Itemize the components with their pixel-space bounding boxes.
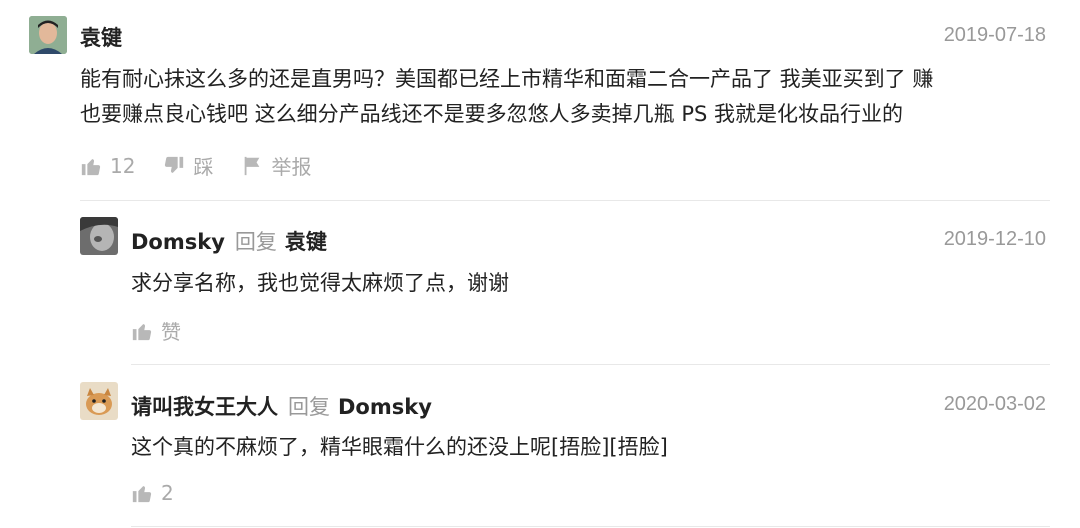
reply-author[interactable]: Domsky xyxy=(131,230,225,254)
like-count: 2 xyxy=(161,481,174,505)
reply: 请叫我女王大人 回复 Domsky 2020-03-02 这个真的不麻烦了，精华眼霜… xyxy=(0,364,1080,528)
avatar[interactable] xyxy=(80,382,118,420)
reply-target[interactable]: Domsky xyxy=(338,395,432,419)
comment-author[interactable]: 袁键 xyxy=(80,22,122,52)
reply-text: 求分享名称，我也觉得太麻烦了点，谢谢 xyxy=(131,271,509,295)
flag-icon xyxy=(245,156,260,175)
dislike-button[interactable]: 踩 xyxy=(163,151,213,180)
avatar-image xyxy=(80,217,118,255)
thumbs-down-icon xyxy=(165,156,184,173)
avatar[interactable] xyxy=(29,16,67,54)
reply-actions: 赞 xyxy=(131,316,209,345)
avatar-image xyxy=(29,16,67,54)
comment-text: 能有耐心抹这么多的还是直男吗？美国都已经上市精华和面霜二合一产品了 我美亚买到了… xyxy=(80,62,933,132)
divider xyxy=(131,526,1050,527)
thumbs-up-icon xyxy=(132,323,152,340)
like-label: 赞 xyxy=(161,320,181,344)
reply-text: 这个真的不麻烦了，精华眼霜什么的还没上呢[捂脸][捂脸] xyxy=(131,435,668,459)
like-count: 12 xyxy=(110,153,136,178)
comment: 袁键 2019-07-18 能有耐心抹这么多的还是直男吗？美国都已经上市精华和面… xyxy=(0,0,1080,200)
comment-text-line: 也要赚点良心钱吧 这么细分产品线还不是要多忽悠人多卖掉几瓶 PS 我就是化妆品行… xyxy=(80,102,904,126)
dislike-label: 踩 xyxy=(193,155,214,179)
report-button[interactable]: 举报 xyxy=(241,151,311,180)
reply-target[interactable]: 袁键 xyxy=(285,230,327,254)
like-button[interactable]: 12 xyxy=(80,154,135,178)
reply-actions: 2 xyxy=(131,481,202,505)
reply-author[interactable]: 请叫我女王大人 xyxy=(131,395,278,419)
comment-date: 2019-07-18 xyxy=(943,24,1046,46)
reply-word: 回复 xyxy=(288,395,330,419)
like-button[interactable]: 2 xyxy=(131,481,174,505)
thumbs-up-icon xyxy=(132,486,152,503)
reply-header: Domsky 回复 袁键 xyxy=(131,226,327,256)
avatar-image xyxy=(80,382,118,420)
report-label: 举报 xyxy=(271,155,312,179)
reply: Domsky 回复 袁键 2019-12-10 求分享名称，我也觉得太麻烦了点，谢谢… xyxy=(0,200,1080,364)
reply-date: 2019-12-10 xyxy=(943,228,1046,250)
comment-actions: 12 踩 举报 xyxy=(80,151,339,180)
reply-word: 回复 xyxy=(234,230,277,254)
reply-header: 请叫我女王大人 回复 Domsky xyxy=(131,391,432,421)
avatar[interactable] xyxy=(80,217,118,255)
comment-text-line: 能有耐心抹这么多的还是直男吗？美国都已经上市精华和面霜二合一产品了 我美亚买到了… xyxy=(80,67,934,91)
thumbs-up-icon xyxy=(81,158,101,175)
reply-date: 2020-03-02 xyxy=(943,393,1046,415)
like-button[interactable]: 赞 xyxy=(131,316,181,345)
